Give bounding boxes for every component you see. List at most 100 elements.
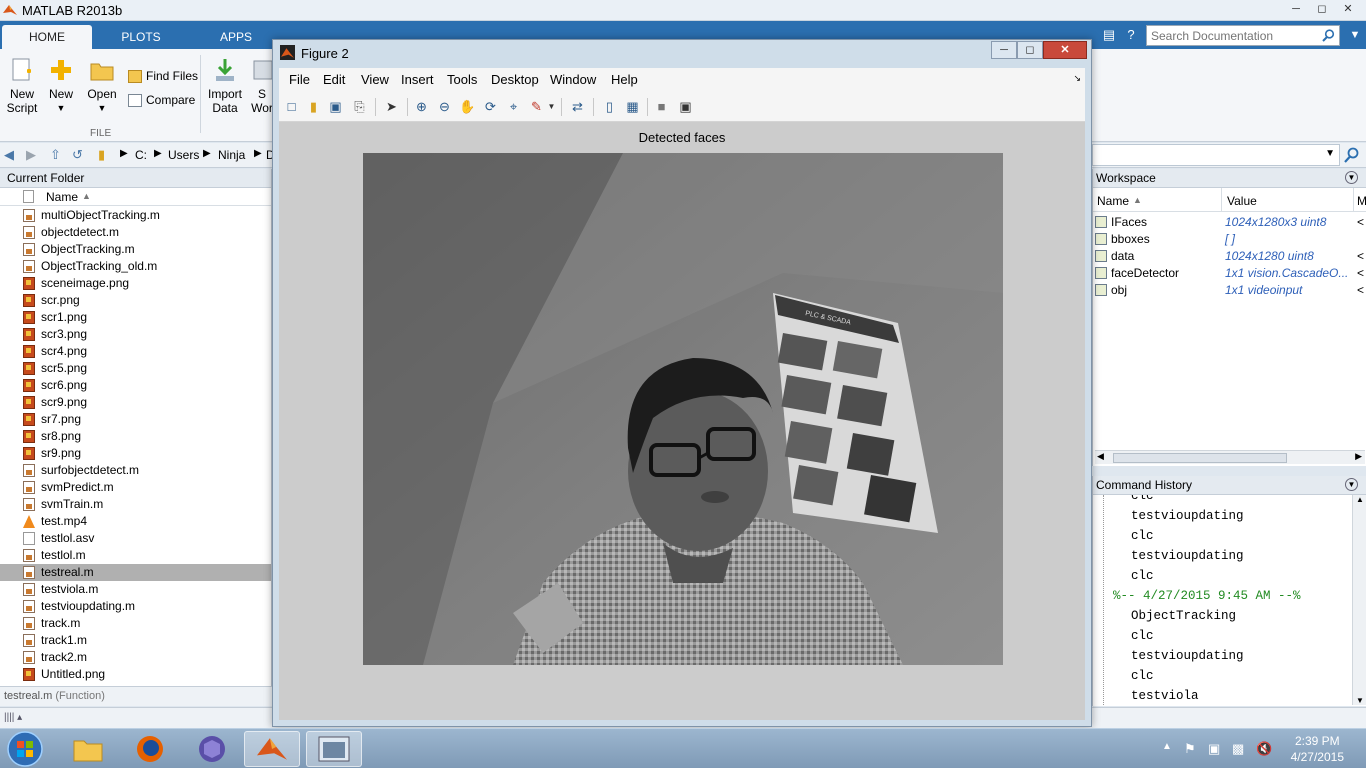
- menu-edit[interactable]: Edit: [323, 72, 345, 87]
- scroll-right-icon[interactable]: ▶: [1355, 451, 1362, 462]
- tray-expand-icon[interactable]: ▲: [1162, 741, 1172, 752]
- history-command[interactable]: testvioupdating: [1131, 509, 1244, 523]
- save-icon[interactable]: ▣: [327, 98, 344, 115]
- forward-icon[interactable]: ▶: [26, 148, 42, 162]
- find-files-button[interactable]: Find Files: [128, 69, 198, 83]
- pointer-icon[interactable]: ➤: [383, 98, 400, 115]
- crumb-arrow-icon[interactable]: ▶: [203, 148, 211, 159]
- ws-min-header[interactable]: M: [1357, 194, 1366, 208]
- workspace-variable-row[interactable]: data 1024x1280 uint8 <: [1093, 248, 1366, 265]
- history-command[interactable]: ObjectTracking: [1131, 609, 1236, 623]
- import-data-button[interactable]: Import Data: [207, 57, 243, 115]
- taskbar-figure[interactable]: [306, 731, 362, 767]
- file-row[interactable]: scr1.png: [0, 309, 271, 326]
- rotate-3d-icon[interactable]: ⟳: [482, 98, 499, 115]
- crumb-drive[interactable]: C:: [135, 148, 147, 162]
- workspace-variable-row[interactable]: faceDetector 1x1 vision.CascadeO... <: [1093, 265, 1366, 282]
- scroll-thumb[interactable]: [1113, 453, 1287, 463]
- file-row[interactable]: sr8.png: [0, 428, 271, 445]
- file-row[interactable]: svmTrain.m: [0, 496, 271, 513]
- menu-insert[interactable]: Insert: [401, 72, 434, 87]
- history-command[interactable]: clc: [1131, 669, 1154, 683]
- file-row[interactable]: ObjectTracking_old.m: [0, 258, 271, 275]
- clock[interactable]: 2:39 PM 4/27/2015: [1291, 733, 1344, 765]
- crumb-ninja[interactable]: Ninja: [218, 148, 245, 162]
- search-documentation[interactable]: [1146, 25, 1340, 46]
- history-command[interactable]: clc: [1131, 629, 1154, 643]
- volume-muted-icon[interactable]: 🔇: [1256, 741, 1272, 757]
- crumb-arrow-icon[interactable]: ▶: [154, 148, 162, 159]
- workspace-variable-row[interactable]: obj 1x1 videoinput <: [1093, 282, 1366, 299]
- show-plot-tools-icon[interactable]: ▣: [677, 98, 694, 115]
- menu-desktop[interactable]: Desktop: [491, 72, 539, 87]
- history-command[interactable]: clc: [1131, 529, 1154, 543]
- file-row[interactable]: sr7.png: [0, 411, 271, 428]
- crumb-arrow-icon[interactable]: ▶: [254, 148, 262, 159]
- scroll-left-icon[interactable]: ◀: [1097, 451, 1104, 462]
- figure-close-button[interactable]: ✕: [1043, 41, 1087, 59]
- address-search-icon[interactable]: [1343, 146, 1361, 164]
- search-input[interactable]: [1147, 26, 1317, 45]
- history-command[interactable]: testviola: [1131, 689, 1199, 703]
- crumb-arrow-icon[interactable]: ▶: [120, 148, 128, 159]
- file-row[interactable]: surfobjectdetect.m: [0, 462, 271, 479]
- open-file-icon[interactable]: ▮: [305, 98, 322, 115]
- file-row[interactable]: sr9.png: [0, 445, 271, 462]
- menu-tools[interactable]: Tools: [447, 72, 477, 87]
- start-button[interactable]: [6, 730, 44, 768]
- file-row[interactable]: testlol.m: [0, 547, 271, 564]
- browse-folder-icon[interactable]: ↺: [72, 148, 88, 162]
- ws-name-header[interactable]: Name: [1097, 194, 1129, 208]
- new-script-button[interactable]: New Script: [6, 57, 38, 115]
- compare-button[interactable]: Compare: [128, 93, 195, 107]
- file-row[interactable]: scr6.png: [0, 377, 271, 394]
- new-button[interactable]: New ▼: [46, 57, 76, 115]
- close-button[interactable]: ✕: [1338, 1, 1358, 17]
- address-dropdown[interactable]: ▼: [1092, 144, 1340, 166]
- flag-icon[interactable]: ⚑: [1184, 741, 1196, 757]
- tab-apps[interactable]: APPS: [195, 25, 277, 49]
- file-row[interactable]: multiObjectTracking.m: [0, 207, 271, 224]
- file-row[interactable]: testviola.m: [0, 581, 271, 598]
- device-icon[interactable]: ▣: [1208, 741, 1220, 757]
- file-row[interactable]: scr5.png: [0, 360, 271, 377]
- file-row[interactable]: testreal.m: [0, 564, 271, 581]
- file-row[interactable]: track1.m: [0, 632, 271, 649]
- file-row[interactable]: track2.m: [0, 649, 271, 666]
- up-folder-icon[interactable]: ⇧: [50, 148, 66, 162]
- file-row[interactable]: scr9.png: [0, 394, 271, 411]
- save-workspace-button[interactable]: S Wor: [250, 57, 274, 115]
- menu-window[interactable]: Window: [550, 72, 596, 87]
- file-row[interactable]: scr4.png: [0, 343, 271, 360]
- menu-view[interactable]: View: [361, 72, 389, 87]
- back-icon[interactable]: ◀: [4, 148, 20, 162]
- scroll-down-icon[interactable]: ▼: [1356, 696, 1364, 705]
- taskbar-matlab[interactable]: [244, 731, 300, 767]
- file-row[interactable]: svmPredict.m: [0, 479, 271, 496]
- maximize-button[interactable]: ◻: [1312, 1, 1332, 17]
- file-row[interactable]: test.mp4: [0, 513, 271, 530]
- open-button[interactable]: Open ▼: [86, 57, 118, 115]
- brush-dropdown-icon[interactable]: ▼: [543, 98, 560, 115]
- menu-file[interactable]: File: [289, 72, 310, 87]
- expand-icon[interactable]: ▼: [1346, 26, 1364, 44]
- menu-help[interactable]: Help: [611, 72, 638, 87]
- layout-icon[interactable]: ▤: [1100, 26, 1118, 44]
- taskbar-firefox[interactable]: [122, 731, 178, 767]
- history-command[interactable]: testvioupdating: [1131, 649, 1244, 663]
- name-column-header[interactable]: Name ▲: [0, 188, 271, 206]
- history-vscrollbar[interactable]: ▲ ▼: [1352, 495, 1366, 705]
- colorbar-icon[interactable]: ▯: [601, 98, 618, 115]
- file-row[interactable]: objectdetect.m: [0, 224, 271, 241]
- zoom-out-icon[interactable]: ⊖: [436, 98, 453, 115]
- history-command[interactable]: clc: [1131, 495, 1154, 503]
- pan-hand-icon[interactable]: ✋: [459, 98, 476, 115]
- new-dropdown-icon[interactable]: ▼: [46, 101, 76, 115]
- tab-home[interactable]: HOME: [2, 25, 92, 49]
- file-row[interactable]: Untitled.png: [0, 666, 271, 683]
- open-dropdown-icon[interactable]: ▼: [86, 101, 118, 115]
- taskbar-explorer[interactable]: [60, 731, 116, 767]
- panel-menu-icon[interactable]: ▼: [1345, 478, 1358, 491]
- ws-value-header[interactable]: Value: [1227, 194, 1257, 208]
- minimize-button[interactable]: ─: [1286, 1, 1306, 17]
